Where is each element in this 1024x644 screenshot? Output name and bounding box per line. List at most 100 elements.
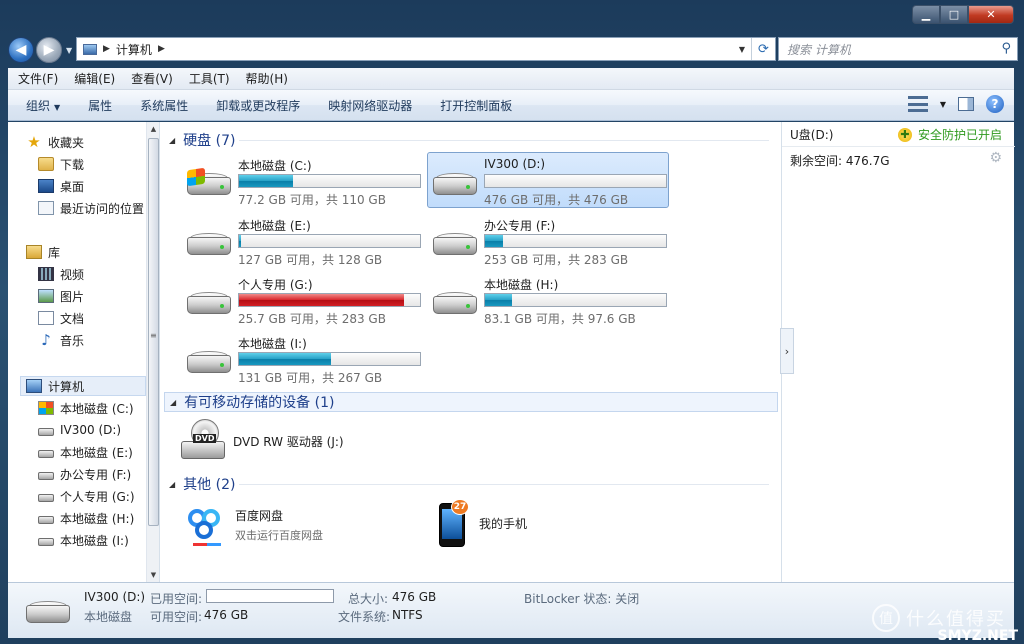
details-drive-type: 本地磁盘 <box>84 610 133 624</box>
bitlocker-status: BitLocker 状态: 关闭 <box>524 592 640 606</box>
address-bar[interactable]: ▶ 计算机 ▶ ▼ ⟳ <box>76 37 776 61</box>
divider <box>239 140 769 141</box>
dvd-drive-item[interactable]: DVD DVD RW 驱动器 (J:) <box>181 416 344 466</box>
drive-usage-fill <box>239 353 332 365</box>
nav-pictures-label: 图片 <box>60 289 85 304</box>
chevron-right-icon[interactable]: › <box>780 328 794 374</box>
map-network-drive-button[interactable]: 映射网络驱动器 <box>328 97 412 114</box>
maximize-button[interactable]: □ <box>940 5 968 24</box>
breadcrumb-arrow-icon[interactable]: ▶ <box>158 44 165 54</box>
recent-pages-dropdown-icon[interactable]: ▼ <box>66 46 72 55</box>
nav-drive-i[interactable]: 本地磁盘 (I:) <box>38 530 129 550</box>
back-button[interactable]: ◀ <box>8 37 34 63</box>
nav-desktop[interactable]: 桌面 <box>38 176 84 196</box>
nav-music[interactable]: ♪ 音乐 <box>38 330 84 350</box>
menu-file[interactable]: 文件(F) <box>18 70 58 87</box>
protection-status[interactable]: ✚ 安全防护已开启 <box>897 126 1002 143</box>
used-space-label: 已用空间: <box>150 592 203 606</box>
menu-tools[interactable]: 工具(T) <box>189 70 230 87</box>
drive-tile[interactable]: 本地磁盘 (I:) 131 GB 可用，共 267 GB <box>181 330 423 386</box>
nav-pictures[interactable]: 图片 <box>38 286 84 306</box>
address-dropdown-icon[interactable]: ▼ <box>733 38 751 60</box>
drive-usage-fill <box>239 175 294 187</box>
drive-icon <box>38 427 54 436</box>
drive-tile[interactable]: 本地磁盘 (H:) 83.1 GB 可用，共 97.6 GB <box>427 271 669 327</box>
nav-computer[interactable]: 计算机 <box>26 376 84 396</box>
nav-drive-d[interactable]: IV300 (D:) <box>38 420 121 440</box>
uninstall-program-button[interactable]: 卸载或更改程序 <box>216 97 300 114</box>
document-icon <box>38 311 54 325</box>
scroll-up-icon[interactable]: ▲ <box>147 122 159 136</box>
drive-capacity-text: 77.2 GB 可用，共 110 GB <box>238 193 386 207</box>
total-size-label: 总大小: <box>348 592 389 606</box>
drive-usage-fill <box>239 294 404 306</box>
refresh-icon[interactable]: ⟳ <box>751 38 775 60</box>
breadcrumb-computer[interactable]: 计算机 <box>116 41 152 58</box>
properties-button[interactable]: 属性 <box>88 97 112 114</box>
menu-edit[interactable]: 编辑(E) <box>74 70 115 87</box>
organize-button[interactable]: 组织 ▼ <box>26 97 60 114</box>
collapse-icon[interactable]: ◢ <box>169 136 175 145</box>
collapse-icon[interactable]: ◢ <box>170 398 176 407</box>
collapse-icon[interactable]: ◢ <box>169 480 175 489</box>
change-view-icon[interactable] <box>907 96 928 112</box>
explorer-window: ▁ □ ✕ ◀ ▶ ▼ ▶ 计算机 ▶ ▼ ⟳ 搜索 计算机 ⚲ 文件(F) 编… <box>0 0 1024 644</box>
view-dropdown-icon[interactable]: ▼ <box>940 100 946 109</box>
command-bar: 组织 ▼ 属性 系统属性 卸载或更改程序 映射网络驱动器 打开控制面板 ▼ ? <box>8 90 1014 121</box>
nav-drive-label: 办公专用 (F:) <box>60 467 132 482</box>
phone-icon: 27 <box>437 499 469 547</box>
drive-usage-bar <box>238 174 421 188</box>
scrollbar-thumb[interactable] <box>148 138 159 526</box>
used-space-bar <box>206 589 334 603</box>
drive-tile[interactable]: IV300 (D:) 476 GB 可用，共 476 GB <box>427 152 669 208</box>
hard-drive-icon <box>187 233 231 257</box>
help-icon[interactable]: ? <box>986 95 1004 113</box>
scroll-down-icon[interactable]: ▼ <box>147 568 159 582</box>
close-button[interactable]: ✕ <box>968 5 1014 24</box>
nav-scrollbar[interactable]: ▲ ▼ <box>146 122 159 582</box>
drive-name: 个人专用 (G:) <box>238 278 313 292</box>
drive-tile[interactable]: 本地磁盘 (E:) 127 GB 可用，共 128 GB <box>181 212 423 268</box>
search-icon[interactable]: ⚲ <box>1001 41 1011 56</box>
watermark-logo-icon: 值 <box>872 604 900 632</box>
hard-drive-icon <box>433 233 477 257</box>
nav-music-label: 音乐 <box>60 333 85 348</box>
section-other[interactable]: ◢ 其他 (2) <box>169 474 769 494</box>
nav-documents[interactable]: 文档 <box>38 308 84 328</box>
free-space-label: 可用空间: <box>150 610 203 624</box>
nav-drive-e[interactable]: 本地磁盘 (E:) <box>38 442 133 462</box>
drive-tile[interactable]: 个人专用 (G:) 25.7 GB 可用，共 283 GB <box>181 271 423 327</box>
open-control-panel-button[interactable]: 打开控制面板 <box>440 97 512 114</box>
nav-downloads[interactable]: 下载 <box>38 154 84 174</box>
system-properties-button[interactable]: 系统属性 <box>140 97 188 114</box>
menu-view[interactable]: 查看(V) <box>131 70 173 87</box>
section-hard-disks[interactable]: ◢ 硬盘 (7) <box>169 130 769 150</box>
drive-icon <box>38 515 54 524</box>
search-input[interactable]: 搜索 计算机 ⚲ <box>778 37 1018 61</box>
nav-drive-c[interactable]: 本地磁盘 (C:) <box>38 398 134 418</box>
section-removable[interactable]: ◢ 有可移动存储的设备 (1) <box>164 392 778 412</box>
nav-libraries[interactable]: 库 <box>26 242 60 262</box>
nav-recent[interactable]: 最近访问的位置 <box>38 198 144 218</box>
preview-pane-icon[interactable] <box>958 97 974 111</box>
nav-favorites[interactable]: ★ 收藏夹 <box>26 132 84 152</box>
drive-tile[interactable]: 本地磁盘 (C:) 77.2 GB 可用，共 110 GB <box>181 152 423 208</box>
drive-capacity-text: 25.7 GB 可用，共 283 GB <box>238 312 386 326</box>
nav-drive-label: IV300 (D:) <box>60 423 122 437</box>
nav-drive-h[interactable]: 本地磁盘 (H:) <box>38 508 134 528</box>
hard-drive-icon <box>187 351 231 375</box>
nav-drive-f[interactable]: 办公专用 (F:) <box>38 464 131 484</box>
my-phone-item[interactable]: 27 我的手机 <box>437 498 527 548</box>
menu-help[interactable]: 帮助(H) <box>246 70 288 87</box>
drive-usage-bar <box>484 293 667 307</box>
gear-icon[interactable]: ⚙ <box>989 150 1002 166</box>
baidu-netdisk-item[interactable]: 百度网盘 双击运行百度网盘 <box>185 500 323 550</box>
nav-drive-g[interactable]: 个人专用 (G:) <box>38 486 135 506</box>
breadcrumb-arrow-icon[interactable]: ▶ <box>103 44 110 54</box>
nav-drive-label: 本地磁盘 (H:) <box>60 511 135 526</box>
forward-button[interactable]: ▶ <box>36 37 62 63</box>
minimize-button[interactable]: ▁ <box>912 5 940 24</box>
usb-drive-label: U盘(D:) <box>790 128 834 142</box>
nav-videos[interactable]: 视频 <box>38 264 84 284</box>
drive-tile[interactable]: 办公专用 (F:) 253 GB 可用，共 283 GB <box>427 212 669 268</box>
